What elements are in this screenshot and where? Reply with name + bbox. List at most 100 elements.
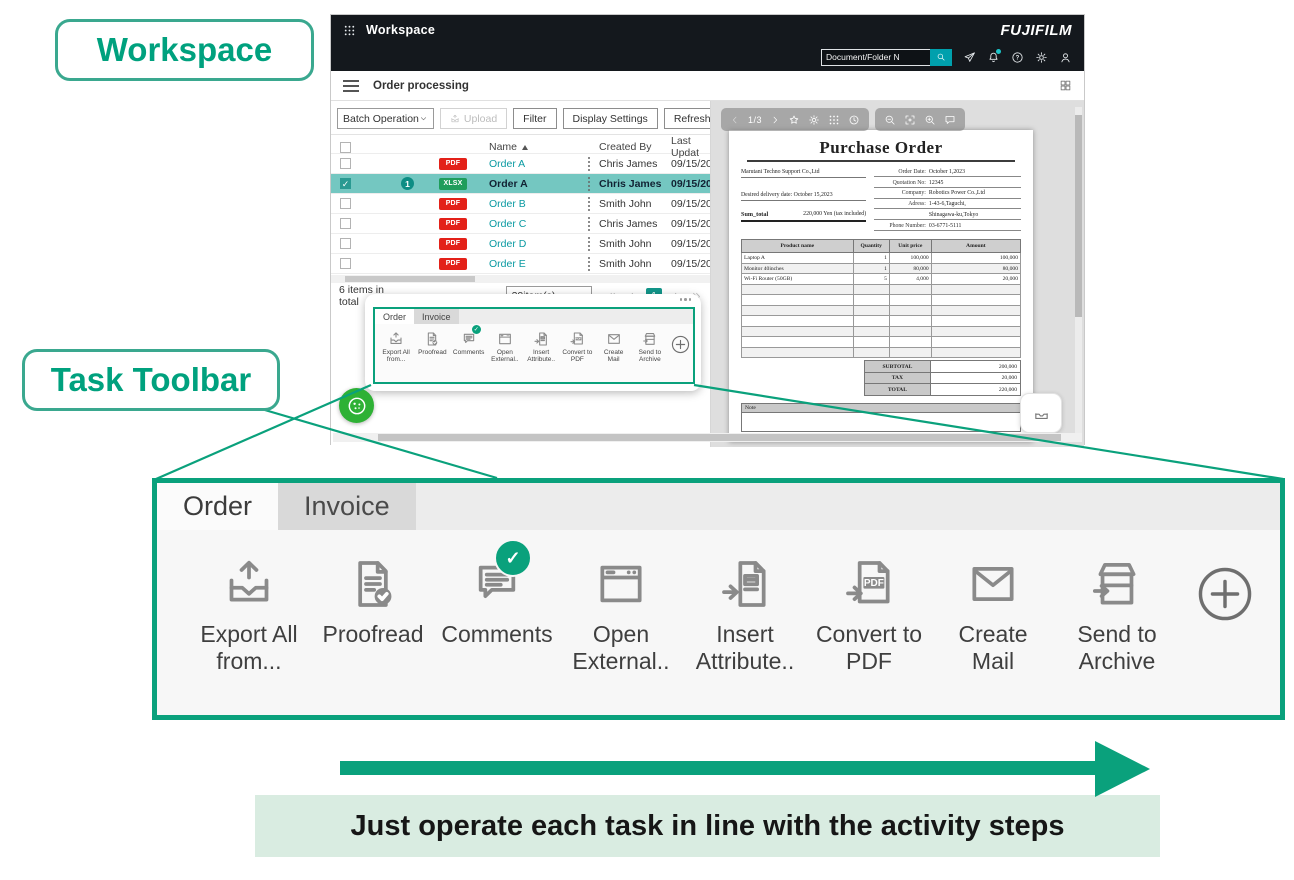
inbox-tray-button[interactable] xyxy=(1020,393,1062,433)
filter-button[interactable]: Filter xyxy=(513,108,556,129)
refresh-button[interactable]: Refresh xyxy=(664,108,711,129)
table-row[interactable]: PDF Order A Chris James 09/15/2023 xyxy=(331,154,710,174)
document-link[interactable]: Order B xyxy=(489,198,579,210)
mini-task-comments[interactable]: ✓ Comments xyxy=(451,331,487,356)
task-proofread[interactable]: Proofread xyxy=(311,556,435,648)
app-horizontal-scrollbar[interactable] xyxy=(333,433,1082,442)
task-comments[interactable]: ✓ Comments xyxy=(435,556,559,648)
row-checkbox[interactable] xyxy=(340,158,351,169)
search-input[interactable] xyxy=(821,49,930,66)
task-send-to-archive[interactable]: Send toArchive xyxy=(1055,556,1179,674)
task-create-mail[interactable]: CreateMail xyxy=(931,556,1055,674)
display-settings-button[interactable]: Display Settings xyxy=(563,108,658,129)
row-checkbox[interactable] xyxy=(340,258,351,269)
assistant-chat-button[interactable] xyxy=(339,388,374,423)
row-menu-icon[interactable] xyxy=(579,217,599,231)
column-header-created-by[interactable]: Created By xyxy=(599,141,671,153)
mini-task-insert-attribute[interactable]: InsertAttribute.. xyxy=(523,331,559,364)
pdf-file-badge: PDF xyxy=(439,258,467,270)
upload-button[interactable]: Upload xyxy=(440,108,507,129)
table-row[interactable]: PDF Order E Smith John 09/15/2023 xyxy=(331,254,710,274)
insert-attribute-icon xyxy=(533,331,549,347)
mail-icon xyxy=(965,556,1021,612)
send-icon[interactable] xyxy=(963,51,976,64)
add-task-button[interactable] xyxy=(1193,562,1257,626)
document-link[interactable]: Order A xyxy=(489,158,579,170)
convert-pdf-icon xyxy=(841,556,897,612)
task-toolbar-mini: Order Invoice Export Allfrom... Proofrea… xyxy=(365,294,701,391)
tab-order[interactable]: Order xyxy=(157,483,278,530)
view-grid-icon[interactable] xyxy=(1059,79,1072,92)
tab-order[interactable]: Order xyxy=(375,309,414,324)
caption-banner: Just operate each task in line with the … xyxy=(255,795,1160,857)
insert-attribute-icon xyxy=(717,556,773,612)
favorite-star-icon[interactable] xyxy=(788,114,800,126)
document-link[interactable]: Order A xyxy=(489,178,579,190)
zoom-in-icon[interactable] xyxy=(924,114,936,126)
xlsx-file-badge: XLSX xyxy=(439,178,467,190)
document-link[interactable]: Order E xyxy=(489,258,579,270)
task-toolbar-callout-label: Task Toolbar xyxy=(22,349,280,411)
fujifilm-logo: FUJIFILM xyxy=(1001,22,1073,39)
menu-hamburger-icon[interactable] xyxy=(343,80,359,92)
table-header-row: Name Created By Last Updat xyxy=(331,134,710,154)
zoom-out-icon[interactable] xyxy=(884,114,896,126)
column-header-name[interactable]: Name xyxy=(489,141,579,153)
document-title: Purchase Order xyxy=(747,138,1015,162)
task-convert-to-pdf[interactable]: Convert toPDF xyxy=(807,556,931,674)
pdf-file-badge: PDF xyxy=(439,238,467,250)
app-launcher-grid-icon[interactable] xyxy=(343,24,356,37)
pdf-file-badge: PDF xyxy=(439,218,467,230)
row-menu-icon[interactable] xyxy=(579,237,599,251)
help-icon[interactable] xyxy=(1011,51,1024,64)
mini-task-send-to-archive[interactable]: Send toArchive xyxy=(632,331,668,364)
row-menu-icon[interactable] xyxy=(579,177,599,191)
preview-settings-gear-icon[interactable] xyxy=(808,114,820,126)
task-toolbar-zoomed: Order Invoice Export Allfrom... Proofrea… xyxy=(152,478,1285,720)
prev-page-icon[interactable] xyxy=(730,115,740,125)
task-insert-attribute[interactable]: InsertAttribute.. xyxy=(683,556,807,674)
settings-gear-icon[interactable] xyxy=(1035,51,1048,64)
fit-to-screen-icon[interactable] xyxy=(904,114,916,126)
table-row[interactable]: PDF Order C Chris James 09/15/2023 xyxy=(331,214,710,234)
task-export-all[interactable]: Export Allfrom... xyxy=(187,556,311,674)
convert-pdf-icon xyxy=(569,331,585,347)
row-checkbox[interactable] xyxy=(340,198,351,209)
add-task-button[interactable] xyxy=(670,334,691,355)
row-checkbox-checked[interactable]: ✓ xyxy=(340,178,351,189)
mini-task-open-external[interactable]: OpenExternal.. xyxy=(487,331,523,364)
mini-task-create-mail[interactable]: CreateMail xyxy=(596,331,632,364)
search-button[interactable] xyxy=(930,49,952,66)
purchase-order-document: Purchase Order Marutani Techno Support C… xyxy=(729,130,1033,442)
mini-task-export-all[interactable]: Export Allfrom... xyxy=(378,331,414,364)
next-page-icon[interactable] xyxy=(770,115,780,125)
tab-invoice[interactable]: Invoice xyxy=(278,483,416,530)
history-icon[interactable] xyxy=(848,114,860,126)
mini-task-proofread[interactable]: Proofread xyxy=(414,331,450,356)
row-checkbox[interactable] xyxy=(340,218,351,229)
list-horizontal-scrollbar[interactable] xyxy=(331,275,710,283)
preview-vertical-scrollbar[interactable] xyxy=(1075,107,1082,433)
thumbnail-grid-icon[interactable] xyxy=(828,114,840,126)
mini-task-convert-to-pdf[interactable]: Convert toPDF xyxy=(559,331,595,364)
document-link[interactable]: Order C xyxy=(489,218,579,230)
batch-operation-select[interactable]: Batch Operation xyxy=(337,108,434,129)
notifications-bell-icon[interactable] xyxy=(987,51,1000,64)
comment-bubble-icon[interactable] xyxy=(944,114,956,126)
user-account-icon[interactable] xyxy=(1059,51,1072,64)
row-menu-icon[interactable] xyxy=(579,197,599,211)
pdf-file-badge: PDF xyxy=(439,158,467,170)
row-menu-icon[interactable] xyxy=(579,257,599,271)
task-open-external[interactable]: OpenExternal.. xyxy=(559,556,683,674)
more-options-icon[interactable] xyxy=(680,298,692,301)
select-all-checkbox[interactable] xyxy=(340,142,351,153)
table-row[interactable]: PDF Order B Smith John 09/15/2023 xyxy=(331,194,710,214)
column-header-last-updated[interactable]: Last Updat xyxy=(671,135,710,159)
row-checkbox[interactable] xyxy=(340,238,351,249)
table-row[interactable]: PDF Order D Smith John 09/15/2023 xyxy=(331,234,710,254)
preview-toolbar: 1/3 xyxy=(721,108,965,131)
table-row-selected[interactable]: ✓ 1 XLSX Order A Chris James 09/15/2023 xyxy=(331,174,710,194)
tab-invoice[interactable]: Invoice xyxy=(414,309,459,324)
document-link[interactable]: Order D xyxy=(489,238,579,250)
row-menu-icon[interactable] xyxy=(579,157,599,171)
